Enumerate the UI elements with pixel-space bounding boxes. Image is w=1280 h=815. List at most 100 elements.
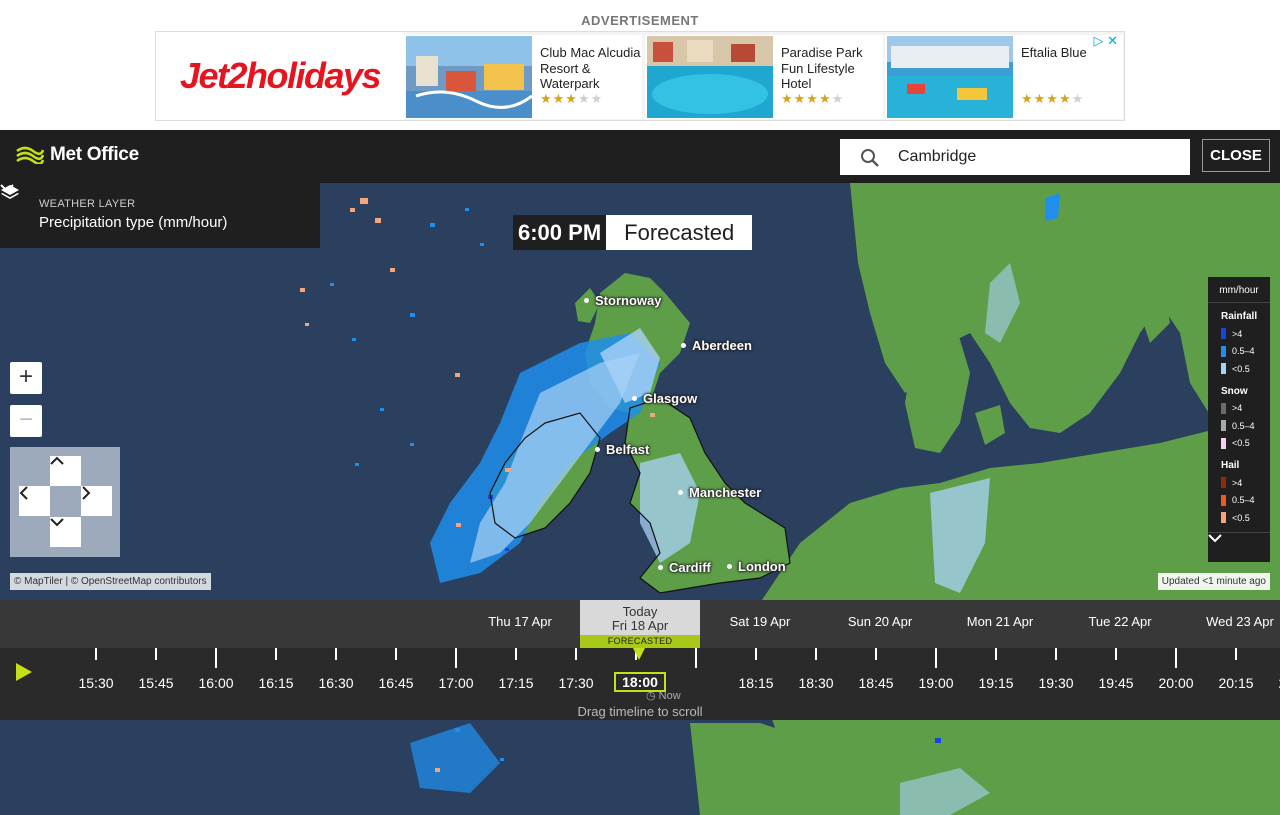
timeline-time-label[interactable]: 17:00	[438, 675, 473, 691]
ad-choices-icon[interactable]: ▷ ✕	[1093, 33, 1118, 49]
ad-banner[interactable]: Jet2holidays Club Mac Alcudia Resort & W…	[155, 31, 1125, 121]
pan-up-button[interactable]	[50, 456, 81, 486]
chevron-down-icon	[50, 518, 64, 527]
search-input[interactable]	[898, 139, 1178, 175]
timeline-time-label[interactable]: 15:30	[78, 675, 113, 691]
hotel-photo	[406, 36, 532, 118]
brand-name: Met Office	[50, 144, 139, 165]
city-label: Glasgow	[632, 391, 697, 406]
city-label: Aberdeen	[681, 338, 752, 353]
legend-expand-button[interactable]	[1208, 532, 1270, 562]
timeline-time-label[interactable]: 17:15	[498, 675, 533, 691]
ad-brand-logo[interactable]: Jet2holidays	[156, 32, 404, 120]
chevron-left-icon	[19, 486, 28, 500]
timeline-time-label[interactable]: 18:45	[858, 675, 893, 691]
timeline-time-label[interactable]: 16:45	[378, 675, 413, 691]
timeline-tick	[815, 648, 817, 660]
ad-card-title: Paradise Park Fun Lifestyle Hotel	[781, 45, 863, 91]
day-selector: Thu 17 Apr Today Fri 18 Apr FORECASTED S…	[0, 600, 1280, 648]
day-tab-today[interactable]: Today Fri 18 Apr FORECASTED	[580, 600, 700, 648]
ad-card-title: Club Mac Alcudia Resort & Waterpark	[540, 45, 641, 91]
legend-section-snow: Snow >4 0.5–4 <0.5	[1208, 386, 1270, 453]
forecast-time: 6:00 PM	[513, 215, 607, 250]
layer-caption: WEATHER LAYER	[39, 198, 136, 210]
timeline-time-label[interactable]: 20:15	[1218, 675, 1253, 691]
star-rating: ★★★★★	[1021, 91, 1085, 106]
timeline-tick	[1175, 648, 1177, 668]
city-label: London	[727, 559, 786, 574]
met-office-logo[interactable]: Met Office	[16, 144, 139, 166]
timeline-time-label[interactable]: 19:00	[918, 675, 953, 691]
pan-left-button[interactable]	[19, 486, 50, 516]
timeline-time-label[interactable]: 19:15	[978, 675, 1013, 691]
timeline-tick	[1235, 648, 1237, 660]
timeline-time-label[interactable]: 17:30	[558, 675, 593, 691]
legend-row: 0.5–4	[1221, 343, 1270, 361]
timeline-tick	[875, 648, 877, 660]
timeline-tick	[575, 648, 577, 660]
timeline-time-label[interactable]: 16:30	[318, 675, 353, 691]
search-box[interactable]	[840, 139, 1190, 175]
chevron-up-icon	[50, 456, 64, 465]
ad-card[interactable]: Club Mac Alcudia Resort & Waterpark ★★★★…	[404, 35, 642, 119]
timeline-time-label[interactable]: 18:30	[798, 675, 833, 691]
timeline-time-label[interactable]: 15:45	[138, 675, 173, 691]
day-tab[interactable]: Mon 21 Apr	[967, 614, 1034, 629]
legend-row: >4	[1221, 400, 1270, 418]
legend-row: >4	[1221, 474, 1270, 492]
page: ADVERTISEMENT Jet2holidays Club Mac Alcu…	[0, 0, 1280, 815]
forecast-status: Forecasted	[606, 215, 753, 250]
layer-name: Precipitation type (mm/hour)	[39, 214, 228, 231]
city-label: Cardiff	[658, 560, 711, 575]
city-label: Stornoway	[584, 293, 661, 308]
timeline-time-label[interactable]: 16:15	[258, 675, 293, 691]
met-office-logo-icon	[16, 146, 44, 164]
pan-right-button[interactable]	[81, 486, 112, 516]
timeline-time-label[interactable]: 19:45	[1098, 675, 1133, 691]
chevron-down-icon[interactable]	[0, 183, 14, 193]
hotel-photo	[887, 36, 1013, 118]
star-rating: ★★★★★	[781, 91, 845, 106]
timeline-tick	[995, 648, 997, 660]
ad-card[interactable]: Eftalia Blue ★★★★★	[885, 35, 1123, 119]
timeline-time-label[interactable]: 16:00	[198, 675, 233, 691]
day-tab[interactable]: Sat 19 Apr	[730, 614, 791, 629]
day-tab[interactable]: Thu 17 Apr	[488, 614, 552, 629]
map-canvas[interactable]	[0, 183, 1280, 815]
timeline-tick	[1115, 648, 1117, 660]
timeline-tick	[695, 648, 697, 668]
timeline-tick	[395, 648, 397, 660]
timeline-tick	[755, 648, 757, 660]
day-tab[interactable]: Sun 20 Apr	[848, 614, 912, 629]
timeline-tick	[215, 648, 217, 668]
precipitation-legend: mm/hour Rainfall >4 0.5–4 <0.5 Snow >4 0…	[1208, 277, 1270, 562]
chevron-down-icon	[1208, 534, 1222, 543]
timeline-time-label[interactable]: 20:00	[1158, 675, 1193, 691]
today-label: Today	[622, 604, 658, 619]
legend-unit: mm/hour	[1208, 277, 1270, 303]
close-button[interactable]: CLOSE	[1202, 139, 1270, 172]
day-tab[interactable]: Tue 22 Apr	[1088, 614, 1151, 629]
weather-layer-selector[interactable]: WEATHER LAYER Precipitation type (mm/hou…	[0, 183, 320, 248]
timeline[interactable]: Thu 17 Apr Today Fri 18 Apr FORECASTED S…	[0, 600, 1280, 720]
map-attribution[interactable]: © MapTiler | © OpenStreetMap contributor…	[10, 573, 211, 590]
city-label: Belfast	[595, 442, 649, 457]
pan-down-button[interactable]	[50, 517, 81, 547]
legend-row: <0.5	[1221, 360, 1270, 378]
ad-brand-text: Jet2holidays	[179, 55, 382, 96]
timeline-time-label[interactable]: 18:15	[738, 675, 773, 691]
zoom-in-button[interactable]: +	[10, 362, 42, 394]
zoom-out-button[interactable]: −	[10, 405, 42, 437]
day-tab[interactable]: Wed 23 Apr	[1206, 614, 1274, 629]
legend-section-hail: Hail >4 0.5–4 <0.5	[1208, 460, 1270, 527]
weather-map[interactable]: WEATHER LAYER Precipitation type (mm/hou…	[0, 183, 1280, 815]
timeline-time-label[interactable]: 19:30	[1038, 675, 1073, 691]
current-time-marker	[633, 648, 645, 660]
play-icon[interactable]	[15, 662, 33, 682]
pan-controls	[10, 447, 120, 557]
timeline-tick	[335, 648, 337, 660]
legend-section-rainfall: Rainfall >4 0.5–4 <0.5	[1208, 311, 1270, 378]
legend-row: 0.5–4	[1221, 492, 1270, 510]
search-icon[interactable]	[860, 148, 880, 168]
ad-card[interactable]: Paradise Park Fun Lifestyle Hotel ★★★★★	[645, 35, 883, 119]
